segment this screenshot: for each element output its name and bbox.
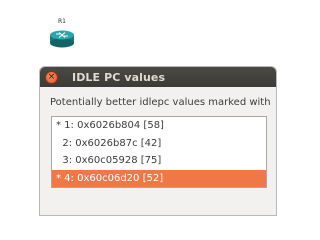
router-icon	[50, 30, 74, 48]
router-label: R1	[58, 18, 66, 25]
idle-pc-dialog: × IDLE PC values Potentially better idle…	[40, 67, 276, 215]
prompt-label: Potentially better idlepc values marked …	[50, 97, 271, 108]
close-icon: ×	[47, 71, 56, 82]
dialog-titlebar: × IDLE PC values	[40, 67, 276, 87]
idle-pc-values-list[interactable]: * 1: 0x6026b804 [58] 2: 0x6026b87c [42] …	[51, 116, 267, 188]
list-item[interactable]: * 4: 0x60c06d20 [52]	[52, 169, 266, 187]
list-item[interactable]: 3: 0x60c05928 [75]	[52, 152, 266, 170]
router-r1-node[interactable]: R1	[48, 18, 76, 50]
dialog-title: IDLE PC values	[72, 70, 166, 84]
list-item[interactable]: * 1: 0x6026b804 [58]	[52, 117, 266, 135]
list-item[interactable]: 2: 0x6026b87c [42]	[52, 135, 266, 153]
close-button[interactable]: ×	[45, 70, 58, 84]
